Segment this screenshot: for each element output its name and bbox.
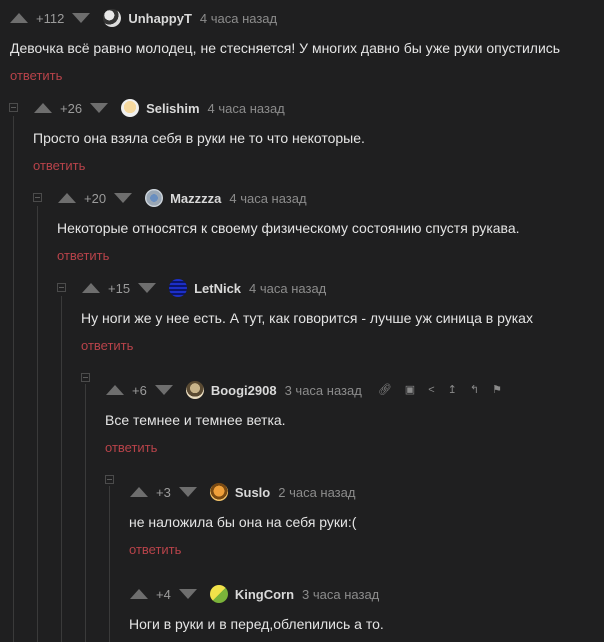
comment-rating: +15 xyxy=(108,280,131,296)
avatar[interactable] xyxy=(121,99,140,117)
comment-author[interactable]: Suslo xyxy=(235,485,270,500)
comment-text: Девочка всё равно молодец, не стесняется… xyxy=(10,40,561,56)
save-icon[interactable]: ▣ xyxy=(405,384,415,396)
vote-up-button[interactable] xyxy=(106,385,124,395)
report-flag-icon[interactable]: ⚑ xyxy=(492,384,502,396)
vote-up-button[interactable] xyxy=(58,193,76,203)
comment-text: Ну ноги же у нее есть. А тут, как говори… xyxy=(81,310,533,326)
thread-line xyxy=(85,384,86,642)
comment-author[interactable]: Selishim xyxy=(146,101,199,116)
comment-rating: +6 xyxy=(132,382,147,398)
comment-tools: 🔗︎ ▣ < ↥ ↰ ⚑ xyxy=(378,384,515,396)
thread-line xyxy=(109,486,110,642)
scroll-to-root-icon[interactable]: ↰ xyxy=(470,384,479,396)
reply-link[interactable]: ответить xyxy=(105,440,157,455)
comment-rating: +3 xyxy=(156,484,171,500)
vote-up-button[interactable] xyxy=(10,13,28,23)
reply-link[interactable]: ответить xyxy=(81,338,133,353)
comment-text: Некоторые относятся к своему физическому… xyxy=(57,220,520,236)
reply-link[interactable]: ответить xyxy=(129,542,181,557)
comment-time[interactable]: 3 часа назад xyxy=(285,383,362,398)
comment-time[interactable]: 2 часа назад xyxy=(278,485,355,500)
share-icon[interactable]: < xyxy=(428,384,434,396)
comment-time[interactable]: 4 часа назад xyxy=(249,281,326,296)
comment-time[interactable]: 4 часа назад xyxy=(208,101,285,116)
comment-rating: +4 xyxy=(156,586,171,602)
vote-down-button[interactable] xyxy=(90,103,109,113)
comment-time[interactable]: 4 часа назад xyxy=(229,191,306,206)
link-icon[interactable]: 🔗︎ xyxy=(378,384,392,396)
vote-down-button[interactable] xyxy=(114,193,133,203)
comment-author[interactable]: UnhappyT xyxy=(128,11,192,26)
avatar[interactable] xyxy=(169,279,188,297)
comment-rating: +26 xyxy=(60,100,83,116)
vote-up-button[interactable] xyxy=(130,589,148,599)
vote-down-button[interactable] xyxy=(154,385,173,395)
comment-author[interactable]: KingCorn xyxy=(235,587,294,602)
comment-text: Все темнее и темнее ветка. xyxy=(105,412,286,428)
vote-up-button[interactable] xyxy=(82,283,100,293)
collapse-toggle[interactable] xyxy=(33,193,42,202)
collapse-toggle[interactable] xyxy=(105,475,114,484)
vote-up-button[interactable] xyxy=(130,487,148,497)
comment-author[interactable]: Boogi2908 xyxy=(211,383,277,398)
reply-link[interactable]: ответить xyxy=(10,68,62,83)
collapse-toggle[interactable] xyxy=(57,283,66,292)
thread-line xyxy=(37,206,38,642)
comment-text: Ноги в руки и в перед,облenились а то. xyxy=(129,616,384,632)
comment-rating: +112 xyxy=(36,10,65,26)
comment-author[interactable]: LetNick xyxy=(194,281,241,296)
scroll-to-parent-icon[interactable]: ↥ xyxy=(448,384,457,396)
collapse-toggle[interactable] xyxy=(81,373,90,382)
avatar[interactable] xyxy=(209,585,228,603)
reply-link[interactable]: ответить xyxy=(33,158,85,173)
reply-link[interactable]: ответить xyxy=(57,248,109,263)
collapse-toggle[interactable] xyxy=(9,103,18,112)
vote-down-button[interactable] xyxy=(178,487,197,497)
vote-down-button[interactable] xyxy=(138,283,157,293)
comment-time[interactable]: 3 часа назад xyxy=(302,587,379,602)
avatar[interactable] xyxy=(185,381,204,399)
vote-up-button[interactable] xyxy=(34,103,52,113)
vote-down-button[interactable] xyxy=(178,589,197,599)
thread-line xyxy=(61,296,62,642)
comment-text: Просто она взяла себя в руки не то что н… xyxy=(33,130,365,146)
thread-line xyxy=(13,116,14,642)
comment-time[interactable]: 4 часа назад xyxy=(200,11,277,26)
comment-rating: +20 xyxy=(84,190,107,206)
comment-author[interactable]: Mazzzza xyxy=(170,191,221,206)
avatar[interactable] xyxy=(103,9,122,27)
avatar[interactable] xyxy=(145,189,164,207)
vote-down-button[interactable] xyxy=(72,13,91,23)
comment-text: не наложила бы она на себя руки:( xyxy=(129,514,357,530)
avatar[interactable] xyxy=(209,483,228,501)
